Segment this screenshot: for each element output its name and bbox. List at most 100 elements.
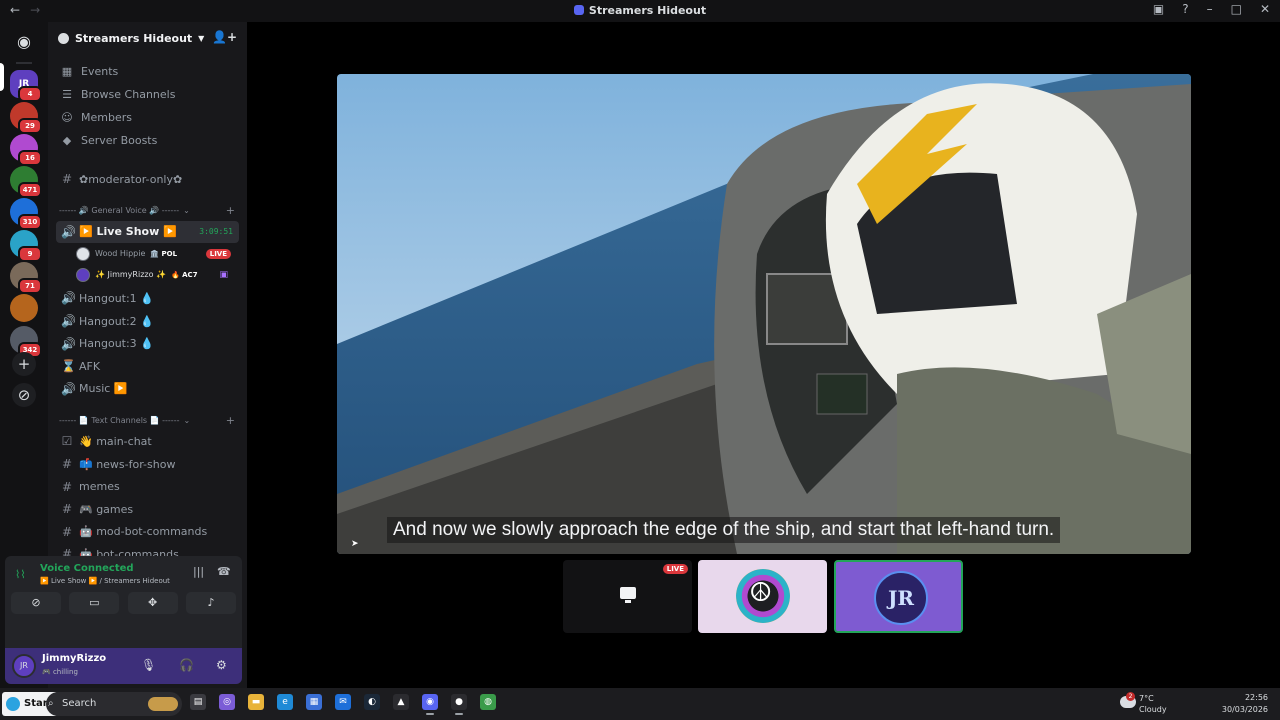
search-icon: ⌕ [48, 698, 54, 709]
screen-share-icon[interactable]: ▭ [69, 592, 120, 614]
voice-user-jimmyrizzo[interactable]: ✨ JimmyRizzo ✨ 🔥 AC7 ▣ [76, 264, 236, 285]
tile-screen-share[interactable]: LIVE [563, 560, 692, 633]
discover-icon[interactable]: ⊘ [12, 383, 36, 407]
add-server-icon[interactable]: + [12, 352, 36, 376]
hash-icon: # [61, 502, 73, 517]
tile-wood-hippie[interactable]: ☮ [698, 560, 827, 633]
inbox-icon[interactable]: ▣ [1153, 2, 1164, 16]
maximize-icon[interactable]: □ [1231, 2, 1242, 16]
voice-user-wood-hippie[interactable]: Wood Hippie 🏛️ POL LIVE [76, 243, 236, 264]
settings-gear-icon[interactable]: ⚙ [216, 658, 227, 672]
create-channel-icon[interactable]: + [226, 204, 235, 217]
hash-icon: # [61, 524, 73, 539]
menu-events[interactable]: ▦ Events [48, 60, 247, 83]
menu-label: Events [81, 65, 119, 78]
channel-label: Hangout:2 💧 [79, 314, 154, 328]
rules-icon: ☑ [61, 434, 73, 449]
discord-icon[interactable]: ◉ [422, 694, 438, 715]
streaming-icon: ▣ [219, 269, 228, 280]
text-channel[interactable]: ☑ 👋 main-chat [56, 430, 239, 453]
edge-icon[interactable]: e [277, 694, 293, 710]
channel-label: 🤖 mod-bot-commands [79, 525, 208, 539]
menu-browse-channels[interactable]: ☰ Browse Channels [48, 83, 247, 106]
voice-channel[interactable]: 🔊 Hangout:1 💧 [56, 287, 239, 310]
category-general-voice[interactable]: ------ 🔊 General Voice 🔊 ------ ⌄ + [48, 201, 247, 221]
obs-icon[interactable]: ● [451, 694, 467, 715]
server-icon[interactable]: 29 [10, 102, 42, 134]
menu-server-boosts[interactable]: ◆ Server Boosts [48, 129, 247, 152]
noise-suppression-icon[interactable]: ||| [193, 565, 204, 578]
task-view-icon[interactable]: ▤ [190, 694, 206, 710]
server-icon[interactable]: 9 [10, 230, 42, 262]
headphones-icon[interactable]: 🎧 [179, 658, 194, 672]
server-icon[interactable]: 71 [10, 262, 42, 294]
server-header[interactable]: Streamers Hideout ▼ 👤+ [48, 22, 247, 54]
voice-channel-list: 🔊 Hangout:1 💧 🔊 Hangout:2 💧 🔊 Hangout:3 💧 ⌛ AFK… [48, 287, 247, 400]
server-icon[interactable]: 310 [10, 198, 42, 230]
channel-moderator-only[interactable]: # ✿moderator-only✿ [56, 168, 239, 191]
title-bar: ← → Streamers Hideout ▣ ? – □ ✕ [0, 0, 1280, 22]
avatar [76, 267, 90, 282]
disconnect-icon[interactable]: ☎ [217, 565, 231, 578]
close-icon[interactable]: ✕ [1260, 2, 1270, 16]
weather-temp: 7°C [1139, 694, 1154, 703]
chevron-down-icon: ⌄ [183, 415, 191, 425]
user-name[interactable]: JimmyRizzo [42, 653, 106, 664]
mail-icon[interactable]: ✉ [335, 694, 351, 710]
tile-jimmyrizzo[interactable]: JR [834, 560, 963, 633]
monitor-icon [620, 587, 636, 603]
steam-icon[interactable]: ◐ [364, 694, 380, 710]
text-channel[interactable]: # 🤖 mod-bot-commands [56, 521, 239, 544]
server-icon[interactable]: 342 [10, 326, 42, 358]
taskbar-clock[interactable]: 22:56 30/03/2026 [1222, 692, 1268, 716]
channel-live-show[interactable]: 🔊 ▶️ Live Show ▶️ 3:09:51 [56, 220, 239, 244]
voice-channel[interactable]: 🔊 Hangout:2 💧 [56, 310, 239, 333]
live-badge: LIVE [662, 564, 688, 574]
user-avatar[interactable]: JR [12, 654, 36, 678]
menu-members[interactable]: ☺ Members [48, 106, 247, 129]
voice-user-name: ✨ JimmyRizzo ✨ [95, 270, 166, 280]
minimize-icon[interactable]: – [1207, 2, 1213, 16]
text-channel[interactable]: # memes [56, 475, 239, 498]
weather-widget[interactable]: 2 7°C Cloudy [1118, 692, 1198, 716]
voice-timer: 3:09:51 [199, 227, 233, 237]
text-channel[interactable]: # 🎮 games [56, 498, 239, 521]
text-channel[interactable]: # 📫 news-for-show [56, 453, 239, 476]
store-icon[interactable]: ▦ [306, 694, 322, 710]
stream-stage: And now we slowly approach the edge of t… [247, 22, 1280, 688]
voice-status[interactable]: Voice Connected [40, 563, 134, 574]
voice-actions: ⊘ ▭ ✥ ♪ [11, 592, 236, 614]
discord-home-icon[interactable]: ◉ [10, 28, 38, 56]
server-icon[interactable]: 471 [10, 166, 42, 198]
microphone-icon[interactable]: 🎙 [141, 658, 156, 672]
voice-location[interactable]: ▶️ Live Show ▶️ / Streamers Hideout [40, 577, 170, 585]
stream-video[interactable]: And now we slowly approach the edge of t… [337, 74, 1191, 554]
create-channel-icon[interactable]: + [226, 414, 235, 427]
window-title-text: Streamers Hideout [588, 4, 707, 17]
voice-channel[interactable]: 🔊 Hangout:3 💧 [56, 332, 239, 355]
category-text-channels[interactable]: ------ 📄 Text Channels 📄 ------ ⌄ + [48, 410, 247, 430]
channel-label: memes [79, 480, 120, 494]
camera-off-icon[interactable]: ⊘ [11, 592, 61, 614]
voice-channel[interactable]: ⌛ AFK [56, 355, 239, 378]
help-icon[interactable]: ? [1182, 2, 1188, 16]
invite-people-icon[interactable]: 👤+ [212, 30, 237, 44]
taskbar: Start ⌕ Search ▤ ◎ ▬ e ▦ ✉ ◐ ▲ ◉ ● ◍ 2 7°… [0, 688, 1280, 720]
file-explorer-icon[interactable]: ▬ [248, 694, 264, 710]
copilot-icon[interactable]: ◎ [219, 694, 235, 710]
activities-icon[interactable]: ✥ [127, 592, 178, 614]
app-icon[interactable]: ▲ [393, 694, 409, 710]
channel-label: 🎮 games [79, 502, 134, 516]
server-icon[interactable]: JR 4 [10, 70, 42, 102]
server-icon[interactable] [10, 294, 38, 322]
menu-label: Members [81, 111, 132, 124]
weather-condition: Cloudy [1139, 705, 1167, 714]
chrome-icon[interactable]: ◍ [480, 694, 496, 710]
voice-channel[interactable]: 🔊 Music ▶️ [56, 378, 239, 401]
hash-icon: # [61, 172, 73, 187]
mention-badge: 16 [18, 150, 42, 166]
soundboard-icon[interactable]: ♪ [185, 592, 236, 614]
server-icon[interactable]: 16 [10, 134, 42, 166]
signal-icon[interactable]: ⌇⌇ [15, 568, 26, 581]
taskbar-search[interactable]: ⌕ Search [46, 692, 182, 716]
